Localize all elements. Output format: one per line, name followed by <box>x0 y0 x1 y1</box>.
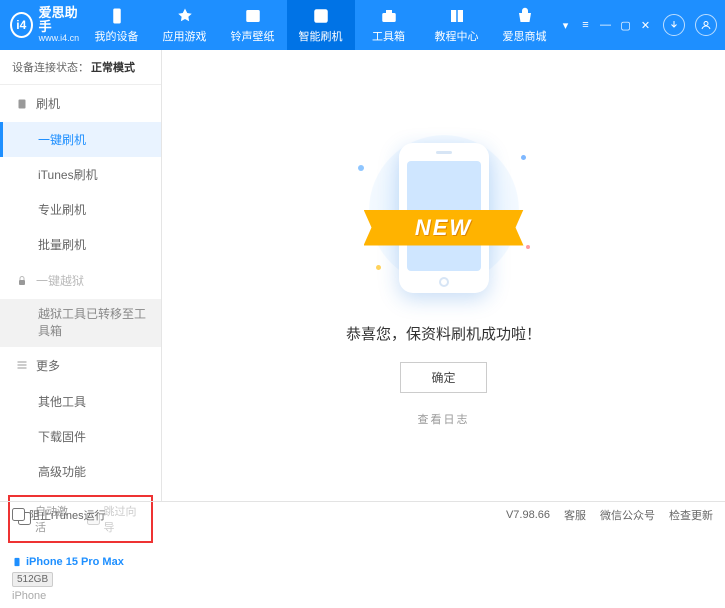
sidebar-item-advanced[interactable]: 高级功能 <box>0 454 161 489</box>
book-icon <box>448 7 466 25</box>
download-btn[interactable] <box>663 14 685 36</box>
image-icon <box>244 7 262 25</box>
tab-label: 教程中心 <box>435 28 479 44</box>
footer-bar: 阻止iTunes运行 V7.98.66 客服 微信公众号 检查更新 <box>0 501 725 527</box>
tab-label: 我的设备 <box>95 28 139 44</box>
view-log-link[interactable]: 查看日志 <box>418 411 470 427</box>
device-phone-icon <box>12 555 22 569</box>
status-value: 正常模式 <box>91 59 135 75</box>
success-message: 恭喜您，保资料刷机成功啦！ <box>346 323 541 344</box>
flash-icon <box>312 7 330 25</box>
app-title: 爱思助手 <box>39 6 83 35</box>
tab-label: 智能刷机 <box>299 28 343 44</box>
tab-ringtones[interactable]: 铃声壁纸 <box>219 0 287 50</box>
sidebar: 设备连接状态： 正常模式 刷机 一键刷机 iTunes刷机 专业刷机 批量刷机 … <box>0 50 162 501</box>
device-type: iPhone <box>12 590 149 602</box>
group-more[interactable]: 更多 <box>0 347 161 384</box>
tab-toolbox[interactable]: 工具箱 <box>355 0 423 50</box>
title-bar: i4 爱思助手 www.i4.cn 我的设备 应用游戏 铃声壁纸 智能刷机 工具… <box>0 0 725 50</box>
sidebar-item-download-firmware[interactable]: 下载固件 <box>0 419 161 454</box>
window-controls: ▾ ≡ — ▢ ✕ <box>559 14 717 36</box>
checkbox-block-itunes[interactable]: 阻止iTunes运行 <box>12 507 106 523</box>
sidebar-item-batch-flash[interactable]: 批量刷机 <box>0 227 161 262</box>
nav-tabs: 我的设备 应用游戏 铃声壁纸 智能刷机 工具箱 教程中心 爱思商城 <box>83 0 559 50</box>
status-label: 设备连接状态： <box>12 59 89 75</box>
device-status: 设备连接状态： 正常模式 <box>0 50 161 85</box>
maximize-btn[interactable]: ▢ <box>619 18 633 32</box>
tab-store[interactable]: 爱思商城 <box>491 0 559 50</box>
device-info[interactable]: iPhone 15 Pro Max 512GB iPhone <box>0 549 161 608</box>
close-btn[interactable]: ✕ <box>639 18 653 32</box>
logo-icon: i4 <box>10 12 33 38</box>
new-banner: NEW <box>364 210 524 246</box>
tab-label: 爱思商城 <box>503 28 547 44</box>
more-icon <box>16 359 28 371</box>
grid-icon[interactable]: ≡ <box>579 18 593 32</box>
tab-apps-games[interactable]: 应用游戏 <box>151 0 219 50</box>
group-jailbreak: 一键越狱 <box>0 262 161 299</box>
main-content: NEW 恭喜您，保资料刷机成功啦！ 确定 查看日志 <box>162 50 725 501</box>
footer-link-support[interactable]: 客服 <box>564 507 586 523</box>
device-storage: 512GB <box>12 572 53 587</box>
store-icon <box>516 7 534 25</box>
ok-button[interactable]: 确定 <box>400 362 486 393</box>
tab-my-device[interactable]: 我的设备 <box>83 0 151 50</box>
tab-label: 铃声壁纸 <box>231 28 275 44</box>
sidebar-item-jailbreak-moved[interactable]: 越狱工具已转移至工具箱 <box>0 299 161 347</box>
checkbox-label: 阻止iTunes运行 <box>29 507 106 523</box>
group-label: 一键越狱 <box>36 272 84 289</box>
sidebar-item-itunes-flash[interactable]: iTunes刷机 <box>0 157 161 192</box>
footer-link-wechat[interactable]: 微信公众号 <box>600 507 655 523</box>
group-flash[interactable]: 刷机 <box>0 85 161 122</box>
apps-icon <box>176 7 194 25</box>
logo-area: i4 爱思助手 www.i4.cn <box>10 6 83 44</box>
device-name-text: iPhone 15 Pro Max <box>26 556 124 568</box>
sidebar-item-pro-flash[interactable]: 专业刷机 <box>0 192 161 227</box>
app-url: www.i4.cn <box>39 34 83 44</box>
checkbox-input[interactable] <box>12 508 25 521</box>
menu-icon[interactable]: ▾ <box>559 18 573 32</box>
tab-tutorials[interactable]: 教程中心 <box>423 0 491 50</box>
phone-icon <box>108 7 126 25</box>
user-btn[interactable] <box>695 14 717 36</box>
minimize-btn[interactable]: — <box>599 18 613 32</box>
tab-label: 应用游戏 <box>163 28 207 44</box>
group-label: 更多 <box>36 357 60 374</box>
tab-smart-flash[interactable]: 智能刷机 <box>287 0 355 50</box>
sidebar-item-other-tools[interactable]: 其他工具 <box>0 384 161 419</box>
tab-label: 工具箱 <box>372 28 405 44</box>
lock-icon <box>16 275 28 287</box>
version-label: V7.98.66 <box>506 509 550 521</box>
success-illustration: NEW <box>354 125 534 305</box>
group-label: 刷机 <box>36 95 60 112</box>
footer-link-update[interactable]: 检查更新 <box>669 507 713 523</box>
flash-group-icon <box>16 98 28 110</box>
sidebar-item-oneclick-flash[interactable]: 一键刷机 <box>0 122 161 157</box>
toolbox-icon <box>380 7 398 25</box>
